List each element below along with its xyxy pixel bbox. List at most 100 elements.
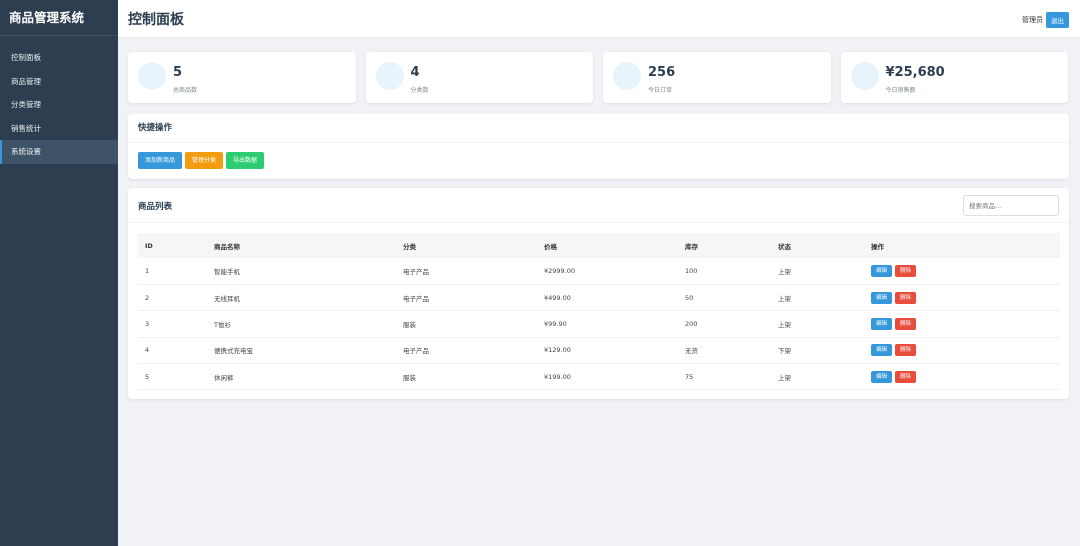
stat-icon [850,62,879,90]
table-row: 4 便携式充电宝 电子产品 ¥129.00 无货 下架 编辑 删除 [138,337,1060,364]
search-input[interactable] [963,195,1059,216]
column-header-name: 商品名称 [214,242,240,251]
app-title: 商品管理系统 [0,0,118,36]
stat-icon [375,62,404,90]
stat-label: 今日销售额 [885,87,916,94]
edit-button[interactable]: 编辑 [871,291,893,304]
stat-value: ¥25,680 [885,65,945,80]
edit-button[interactable]: 编辑 [871,344,893,357]
cell-status: 上架 [778,320,791,329]
cell-id: 1 [145,266,150,275]
delete-button[interactable]: 删除 [895,291,917,304]
stat-label: 今日订单 [648,87,673,94]
column-header-status: 状态 [778,242,791,251]
column-header-id: ID [145,241,153,250]
sidebar-item-settings[interactable]: 系统设置 [0,140,118,164]
table-header-row: ID 商品名称 分类 价格 库存 状态 操作 [138,233,1060,258]
stat-icon [613,62,641,90]
cell-category: 电子产品 [403,347,429,356]
cell-price: ¥129.00 [544,346,571,355]
export-data-button[interactable]: 导出数据 [226,152,265,169]
sidebar-item-categories[interactable]: 分类管理 [0,93,118,117]
cell-actions: 编辑 删除 [864,364,1060,390]
stat-label: 分类数 [410,87,429,94]
sidebar-nav: 控制面板 商品管理 分类管理 销售统计 系统设置 [0,46,118,164]
cell-category: 服装 [403,320,416,329]
product-list-panel: 商品列表 ID 商品名称 分类 价格 库存 状态 操作 1 [128,188,1069,399]
stat-card-total-products: 5 总商品数 [128,52,356,103]
cell-status: 上架 [778,294,791,303]
stat-card-today-sales: ¥25,680 今日销售额 [840,52,1068,103]
product-list-title: 商品列表 [138,202,173,212]
cell-price: ¥2999.00 [544,266,576,275]
sidebar-item-dashboard[interactable]: 控制面板 [0,46,118,70]
cell-status: 上架 [778,373,791,382]
column-header-price: 价格 [544,242,557,251]
edit-button[interactable]: 编辑 [871,264,893,277]
stat-label: 总商品数 [173,87,198,94]
table-row: 2 无线耳机 电子产品 ¥499.00 50 上架 编辑 删除 [138,284,1060,311]
cell-name: 休闲裤 [214,373,234,382]
cell-name: 智能手机 [214,267,240,276]
sidebar-item-products[interactable]: 商品管理 [0,70,118,94]
cell-status: 上架 [778,267,791,276]
cell-stock: 75 [685,372,694,381]
cell-status: 下架 [778,347,791,356]
cell-stock: 50 [685,293,694,302]
cell-id: 5 [145,372,150,381]
delete-button[interactable]: 删除 [895,344,917,357]
cell-category: 电子产品 [403,294,429,303]
cell-actions: 编辑 删除 [864,284,1060,310]
user-name: 管理员 [1022,16,1043,24]
column-header-actions: 操作 [871,242,884,251]
cell-category: 电子产品 [403,267,429,276]
stat-value: 4 [410,65,420,80]
top-header: 控制面板 管理员 退出 [118,0,1080,38]
user-area: 管理员 退出 [1022,12,1069,28]
delete-button[interactable]: 删除 [895,264,917,277]
delete-button[interactable]: 删除 [895,317,917,330]
quick-actions-buttons: 添加新商品 管理分类 导出数据 [138,152,265,169]
delete-button[interactable]: 删除 [895,370,917,383]
cell-actions: 编辑 删除 [864,337,1060,363]
stat-value: 5 [173,65,183,80]
product-table: ID 商品名称 分类 价格 库存 状态 操作 1 智能手机 电子产品 ¥2999… [138,233,1060,390]
quick-actions-title: 快捷操作 [128,114,1069,143]
edit-button[interactable]: 编辑 [871,317,893,330]
cell-name: T恤衫 [214,320,231,329]
column-header-category: 分类 [403,242,416,251]
stat-icon [138,62,166,90]
stat-value: 256 [648,65,676,80]
cell-name: 便携式充电宝 [214,347,253,356]
table-row: 3 T恤衫 服装 ¥99.90 200 上架 编辑 删除 [138,311,1060,338]
cell-category: 服装 [403,373,416,382]
sidebar-item-sales-stats[interactable]: 销售统计 [0,117,118,141]
cell-price: ¥99.90 [544,319,567,328]
add-product-button[interactable]: 添加新商品 [138,152,183,169]
product-list-header: 商品列表 [128,188,1069,223]
table-row: 1 智能手机 电子产品 ¥2999.00 100 上架 编辑 删除 [138,258,1060,285]
edit-button[interactable]: 编辑 [871,370,893,383]
main-area: 控制面板 管理员 退出 5 总商品数 4 分类数 256 今日订单 ¥25,68… [118,0,1080,546]
cell-actions: 编辑 删除 [864,258,1060,284]
quick-actions-panel: 快捷操作 添加新商品 管理分类 导出数据 [128,114,1069,179]
cell-price: ¥499.00 [544,293,571,302]
cell-actions: 编辑 删除 [864,311,1060,337]
stat-card-categories: 4 分类数 [365,52,593,103]
cell-id: 2 [145,293,150,302]
stats-row: 5 总商品数 4 分类数 256 今日订单 ¥25,680 今日销售额 [128,52,1068,103]
cell-name: 无线耳机 [214,294,240,303]
cell-stock: 200 [685,319,698,328]
cell-price: ¥199.00 [544,372,571,381]
sidebar: 商品管理系统 控制面板 商品管理 分类管理 销售统计 系统设置 [0,0,118,546]
cell-stock: 100 [685,266,698,275]
page-title: 控制面板 [128,12,184,28]
cell-id: 4 [145,346,150,355]
stat-card-today-orders: 256 今日订单 [603,52,831,103]
table-row: 5 休闲裤 服装 ¥199.00 75 上架 编辑 删除 [138,364,1060,390]
column-header-stock: 库存 [685,242,698,251]
cell-stock: 无货 [685,347,698,356]
manage-categories-button[interactable]: 管理分类 [185,152,224,169]
logout-button[interactable]: 退出 [1046,12,1069,28]
cell-id: 3 [145,319,150,328]
